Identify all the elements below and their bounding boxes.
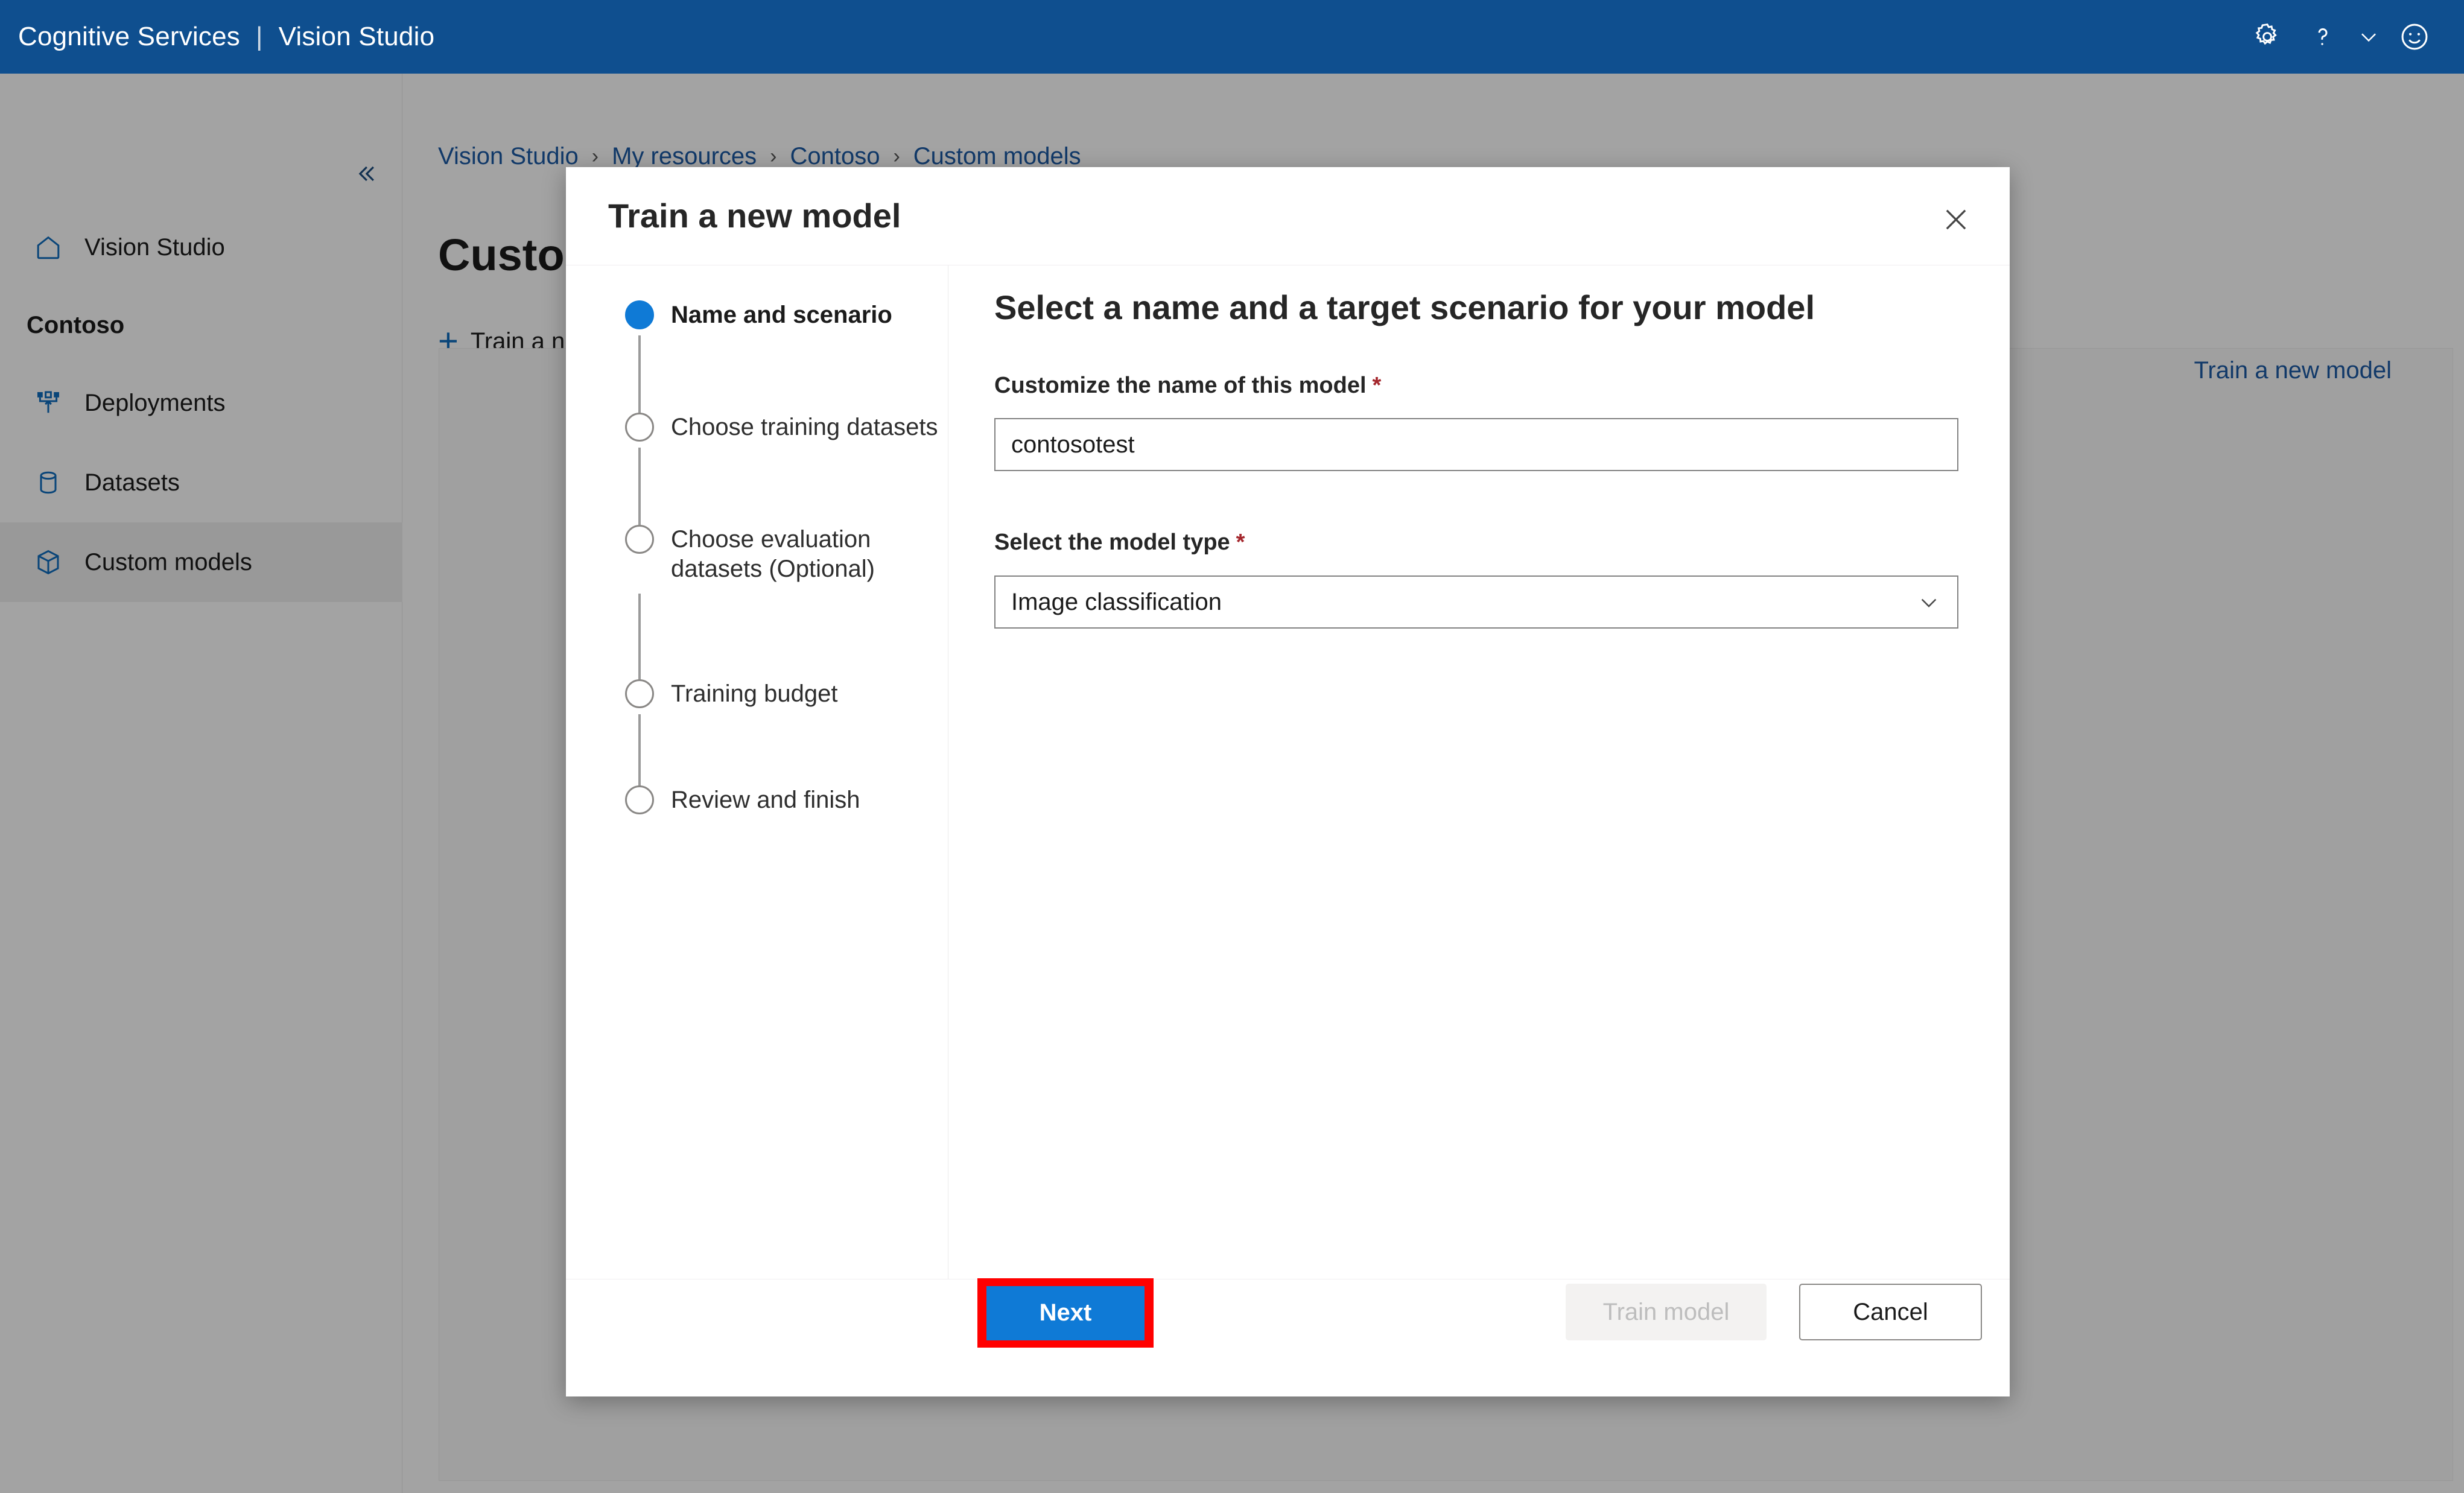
close-icon[interactable] <box>1930 194 1982 246</box>
dialog-footer: Next Train model Cancel <box>566 1278 2010 1396</box>
step-indicator-empty <box>625 785 654 814</box>
step-connector <box>638 594 641 679</box>
step-indicator-filled <box>625 300 654 329</box>
step-label: Training budget <box>671 680 838 707</box>
top-bar-actions <box>2240 9 2464 65</box>
step-choose-evaluation-datasets[interactable]: Choose evaluation datasets (Optional) <box>566 525 948 584</box>
model-type-label: Select the model type * <box>994 530 1245 556</box>
step-review-and-finish[interactable]: Review and finish <box>566 785 948 815</box>
step-training-budget[interactable]: Training budget <box>566 679 948 709</box>
brand-secondary: Vision Studio <box>278 22 435 51</box>
step-label: Name and scenario <box>671 302 892 328</box>
brand-separator: | <box>255 22 263 51</box>
step-choose-training-datasets[interactable]: Choose training datasets <box>566 413 948 442</box>
required-asterisk: * <box>1236 530 1245 555</box>
top-app-bar: Cognitive Services | Vision Studio <box>0 0 2464 74</box>
step-connector <box>638 335 641 413</box>
next-button-highlight: Next <box>977 1278 1154 1348</box>
wizard-stepper: Name and scenario Choose training datase… <box>566 265 948 1279</box>
step-connector <box>638 448 641 525</box>
step-indicator-empty <box>625 413 654 442</box>
dialog-title: Train a new model <box>608 197 901 235</box>
step-name-and-scenario[interactable]: Name and scenario <box>566 300 948 330</box>
step-label: Review and finish <box>671 787 860 813</box>
gear-icon[interactable] <box>2240 9 2295 65</box>
dialog-header: Train a new model <box>566 167 2010 265</box>
brand: Cognitive Services | Vision Studio <box>18 22 434 52</box>
step-connector <box>638 714 641 791</box>
train-new-model-dialog: Train a new model Name and scenario Choo… <box>566 167 2010 1396</box>
step-indicator-empty <box>625 525 654 554</box>
step-label: Choose evaluation datasets (Optional) <box>671 526 875 582</box>
required-asterisk: * <box>1372 373 1382 398</box>
model-name-label: Customize the name of this model * <box>994 373 1381 399</box>
question-icon[interactable] <box>2295 9 2351 65</box>
step-content-panel: Select a name and a target scenario for … <box>948 265 2010 1279</box>
model-name-label-text: Customize the name of this model <box>994 373 1367 398</box>
chevron-down-icon <box>1916 589 1942 615</box>
smiley-icon[interactable] <box>2387 9 2442 65</box>
brand-primary: Cognitive Services <box>18 22 240 51</box>
chevron-down-icon[interactable] <box>2351 9 2387 65</box>
panel-heading: Select a name and a target scenario for … <box>994 288 1815 326</box>
step-label: Choose training datasets <box>671 414 938 440</box>
model-type-dropdown[interactable]: Image classification <box>994 575 1958 629</box>
model-name-value: contosotest <box>1011 431 1135 458</box>
model-name-input[interactable]: contosotest <box>994 418 1958 471</box>
train-model-button[interactable]: Train model <box>1566 1284 1767 1340</box>
dialog-body: Name and scenario Choose training datase… <box>566 265 2010 1279</box>
next-button[interactable]: Next <box>986 1285 1145 1340</box>
cancel-button[interactable]: Cancel <box>1799 1284 1982 1340</box>
model-type-label-text: Select the model type <box>994 530 1230 555</box>
model-type-value: Image classification <box>1011 588 1222 615</box>
step-indicator-empty <box>625 679 654 708</box>
